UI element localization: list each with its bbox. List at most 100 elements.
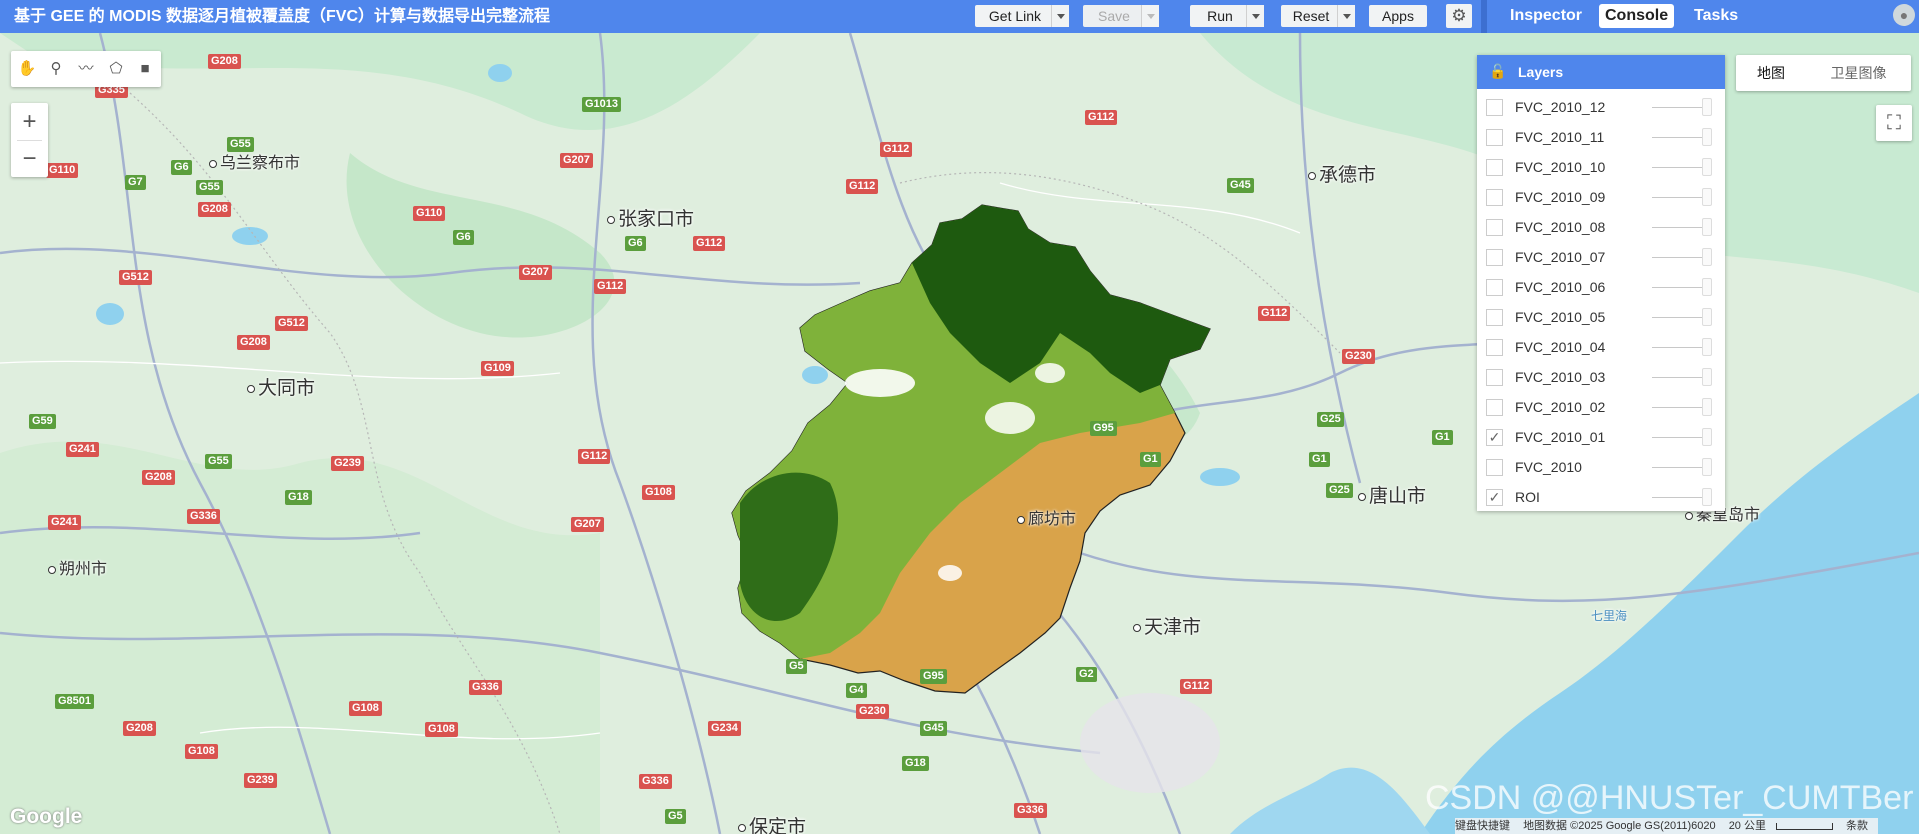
marker-icon[interactable]: ⚲ xyxy=(46,60,66,78)
layer-opacity-slider[interactable] xyxy=(1652,287,1704,288)
layer-opacity-thumb[interactable] xyxy=(1702,218,1712,236)
map-type-satellite[interactable]: 卫星图像 xyxy=(1806,55,1911,91)
line-tool-icon[interactable]: 〰 xyxy=(76,60,96,78)
layer-checkbox[interactable] xyxy=(1486,279,1503,296)
layer-opacity-thumb[interactable] xyxy=(1702,428,1712,446)
layer-opacity-thumb[interactable] xyxy=(1702,98,1712,116)
user-avatar-icon[interactable]: ● xyxy=(1893,4,1915,26)
layer-opacity-slider[interactable] xyxy=(1652,107,1704,108)
highway-shield-icon: G112 xyxy=(846,179,879,194)
keyboard-shortcuts-link[interactable]: 键盘快捷键 xyxy=(1455,820,1510,832)
layer-checkbox[interactable] xyxy=(1486,99,1503,116)
layer-row[interactable]: FVC_2010_10 xyxy=(1477,152,1725,182)
layer-opacity-thumb[interactable] xyxy=(1702,458,1712,476)
tab-tasks[interactable]: Tasks xyxy=(1688,4,1744,28)
layer-row[interactable]: ✓ FVC_2010_01 xyxy=(1477,422,1725,452)
city-dot-icon xyxy=(247,384,255,393)
terms-link[interactable]: 条款 xyxy=(1846,820,1868,832)
highway-shield-icon: G108 xyxy=(425,722,458,737)
tab-console[interactable]: Console xyxy=(1599,4,1675,28)
layer-checkbox[interactable] xyxy=(1486,129,1503,146)
scale-bar xyxy=(1775,822,1833,830)
layer-row[interactable]: FVC_2010_06 xyxy=(1477,272,1725,302)
layer-checkbox[interactable] xyxy=(1486,189,1503,206)
layer-opacity-thumb[interactable] xyxy=(1702,188,1712,206)
save-dropdown-icon[interactable] xyxy=(1141,5,1159,27)
layer-opacity-slider[interactable] xyxy=(1652,317,1704,318)
layer-opacity-thumb[interactable] xyxy=(1702,128,1712,146)
layer-opacity-thumb[interactable] xyxy=(1702,248,1712,266)
layer-row[interactable]: FVC_2010_04 xyxy=(1477,332,1725,362)
layer-opacity-slider[interactable] xyxy=(1652,257,1704,258)
layer-checkbox[interactable]: ✓ xyxy=(1486,429,1503,446)
fullscreen-icon[interactable]: ⛶ xyxy=(1876,105,1912,141)
layer-row[interactable]: FVC_2010_02 xyxy=(1477,392,1725,422)
layer-opacity-thumb[interactable] xyxy=(1702,278,1712,296)
layer-row[interactable]: ✓ ROI xyxy=(1477,482,1725,512)
layer-row[interactable]: FVC_2010_12 xyxy=(1477,92,1725,122)
layer-row[interactable]: FVC_2010_03 xyxy=(1477,362,1725,392)
tab-inspector[interactable]: Inspector xyxy=(1504,4,1588,28)
reset-button[interactable]: Reset xyxy=(1281,5,1341,27)
apps-button[interactable]: Apps xyxy=(1369,5,1427,27)
lock-icon[interactable]: 🔓 xyxy=(1489,63,1506,81)
layer-row[interactable]: FVC_2010 xyxy=(1477,452,1725,482)
layer-checkbox[interactable] xyxy=(1486,339,1503,356)
run-dropdown-icon[interactable] xyxy=(1246,5,1264,27)
layer-opacity-slider[interactable] xyxy=(1652,437,1704,438)
layer-checkbox[interactable] xyxy=(1486,159,1503,176)
reset-dropdown-icon[interactable] xyxy=(1337,5,1355,27)
get-link-button[interactable]: Get Link xyxy=(975,5,1055,27)
layer-opacity-slider[interactable] xyxy=(1652,347,1704,348)
layer-opacity-thumb[interactable] xyxy=(1702,398,1712,416)
layer-opacity-thumb[interactable] xyxy=(1702,368,1712,386)
city-dot-icon xyxy=(1685,511,1693,520)
layer-opacity-thumb[interactable] xyxy=(1702,338,1712,356)
pan-hand-icon[interactable]: ✋ xyxy=(17,60,37,78)
layer-opacity-slider[interactable] xyxy=(1652,467,1704,468)
layer-opacity-slider[interactable] xyxy=(1652,407,1704,408)
get-link-dropdown-icon[interactable] xyxy=(1051,5,1069,27)
layer-checkbox[interactable] xyxy=(1486,399,1503,416)
panel-divider[interactable] xyxy=(1481,0,1487,33)
layers-header[interactable]: 🔓 Layers xyxy=(1477,55,1725,89)
map-type-map[interactable]: 地图 xyxy=(1736,55,1806,91)
layer-checkbox[interactable] xyxy=(1486,219,1503,236)
layer-row[interactable]: FVC_2010_08 xyxy=(1477,212,1725,242)
save-button[interactable]: Save xyxy=(1083,5,1145,27)
highway-shield-icon: G109 xyxy=(481,361,514,376)
highway-shield-icon: G5 xyxy=(786,659,807,674)
layer-checkbox[interactable]: ✓ xyxy=(1486,489,1503,506)
layer-checkbox[interactable] xyxy=(1486,249,1503,266)
layer-row[interactable]: FVC_2010_11 xyxy=(1477,122,1725,152)
zoom-in-button[interactable]: + xyxy=(11,103,48,140)
zoom-out-button[interactable]: − xyxy=(11,140,48,177)
map-type-control: 地图 卫星图像 xyxy=(1736,55,1911,91)
layer-opacity-thumb[interactable] xyxy=(1702,488,1712,506)
layer-row[interactable]: FVC_2010_05 xyxy=(1477,302,1725,332)
layer-opacity-slider[interactable] xyxy=(1652,377,1704,378)
highway-shield-icon: G25 xyxy=(1317,412,1344,427)
google-logo: Google xyxy=(10,805,83,828)
layer-name: FVC_2010_02 xyxy=(1515,399,1606,415)
rectangle-tool-icon[interactable]: ■ xyxy=(135,60,155,78)
layer-opacity-slider[interactable] xyxy=(1652,167,1704,168)
layer-opacity-slider[interactable] xyxy=(1652,137,1704,138)
layer-opacity-slider[interactable] xyxy=(1652,227,1704,228)
gear-icon[interactable]: ⚙ xyxy=(1446,4,1472,28)
layer-checkbox[interactable] xyxy=(1486,459,1503,476)
map-data-text: 地图数据 ©2025 Google GS(2011)6020 xyxy=(1523,820,1716,832)
layer-checkbox[interactable] xyxy=(1486,369,1503,386)
layer-row[interactable]: FVC_2010_07 xyxy=(1477,242,1725,272)
layer-opacity-thumb[interactable] xyxy=(1702,158,1712,176)
run-button[interactable]: Run xyxy=(1190,5,1250,27)
polygon-tool-icon[interactable]: ⬠ xyxy=(106,60,126,78)
layer-opacity-thumb[interactable] xyxy=(1702,308,1712,326)
highway-shield-icon: G55 xyxy=(227,137,254,152)
map-attribution: 键盘快捷键 地图数据 ©2025 Google GS(2011)6020 20 … xyxy=(1455,818,1879,834)
layer-checkbox[interactable] xyxy=(1486,309,1503,326)
layer-opacity-slider[interactable] xyxy=(1652,197,1704,198)
layer-name: FVC_2010_12 xyxy=(1515,99,1606,115)
layer-row[interactable]: FVC_2010_09 xyxy=(1477,182,1725,212)
layer-opacity-slider[interactable] xyxy=(1652,497,1704,498)
